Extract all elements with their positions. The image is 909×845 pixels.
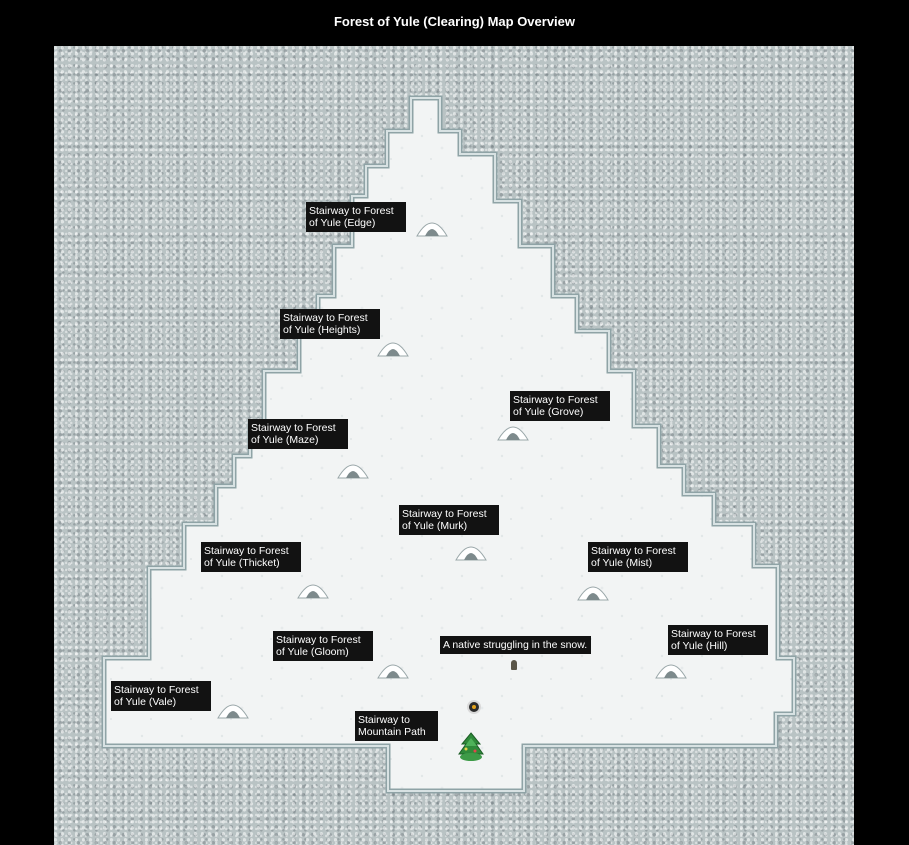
map-title: Forest of Yule (Clearing) Map Overview (333, 14, 576, 29)
label-stairway-edge: Stairway to Forest of Yule (Edge) (306, 202, 406, 232)
stairway-grove-icon[interactable] (496, 418, 530, 442)
stairway-vale-icon[interactable] (216, 696, 250, 720)
stairway-heights-icon[interactable] (376, 334, 410, 358)
stairway-edge-icon[interactable] (415, 214, 449, 238)
label-stairway-thicket: Stairway to Forest of Yule (Thicket) (201, 542, 301, 572)
label-stairway-maze: Stairway to Forest of Yule (Maze) (248, 419, 348, 449)
label-stairway-gloom: Stairway to Forest of Yule (Gloom) (273, 631, 373, 661)
label-stairway-heights: Stairway to Forest of Yule (Heights) (280, 309, 380, 339)
player-marker-icon (467, 700, 481, 714)
snow-clearing-terrain (101, 95, 797, 794)
label-stairway-murk: Stairway to Forest of Yule (Murk) (399, 505, 499, 535)
native-npc-icon[interactable] (511, 660, 517, 670)
stairway-mist-icon[interactable] (576, 578, 610, 602)
label-stairway-vale: Stairway to Forest of Yule (Vale) (111, 681, 211, 711)
pine-tree-icon[interactable] (457, 732, 485, 762)
stairway-thicket-icon[interactable] (296, 576, 330, 600)
stairway-murk-icon[interactable] (454, 538, 488, 562)
stairway-gloom-icon[interactable] (376, 656, 410, 680)
label-stairway-grove: Stairway to Forest of Yule (Grove) (510, 391, 610, 421)
label-npc: A native struggling in the snow. (440, 636, 592, 654)
stairway-maze-icon[interactable] (336, 456, 370, 480)
stairway-hill-icon[interactable] (654, 656, 688, 680)
label-stairway-mist: Stairway to Forest of Yule (Mist) (588, 542, 688, 572)
label-stairway-hill: Stairway to Forest of Yule (Hill) (668, 625, 768, 655)
map-view[interactable]: Stairway to Forest of Yule (Edge) Stairwa… (54, 46, 854, 845)
label-stairway-mountain-path: Stairway to Mountain Path (355, 711, 438, 741)
